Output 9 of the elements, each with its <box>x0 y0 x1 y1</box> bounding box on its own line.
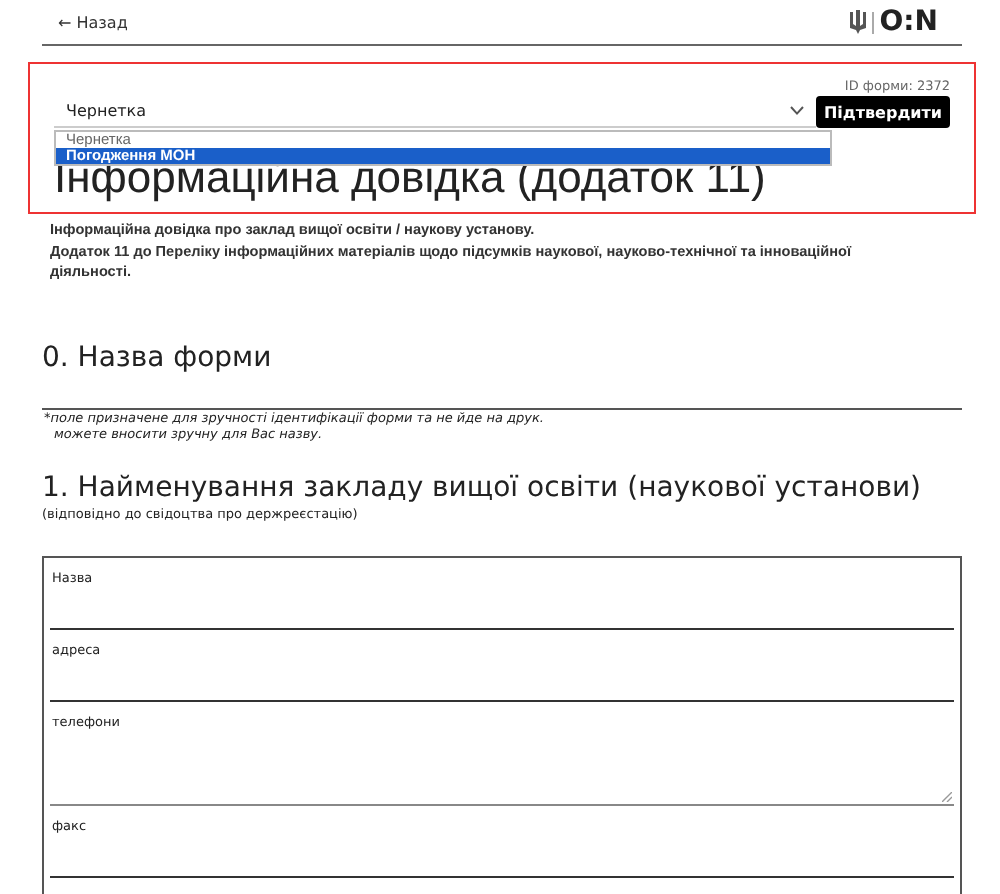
status-select[interactable]: Чернетка <box>54 96 816 128</box>
chevron-icon <box>789 106 804 116</box>
confirm-button[interactable]: Підтвердити <box>815 96 950 128</box>
logo: O:N <box>879 6 938 38</box>
section-heading: 0. Назва форми <box>42 339 274 375</box>
section-heading: 1. Найменування закладу вищої освіти (наукової установи) <box>42 471 924 505</box>
trident-icon <box>849 10 866 34</box>
back-link[interactable]: ← Назад <box>58 13 128 31</box>
resize-handle-icon[interactable] <box>942 791 952 801</box>
